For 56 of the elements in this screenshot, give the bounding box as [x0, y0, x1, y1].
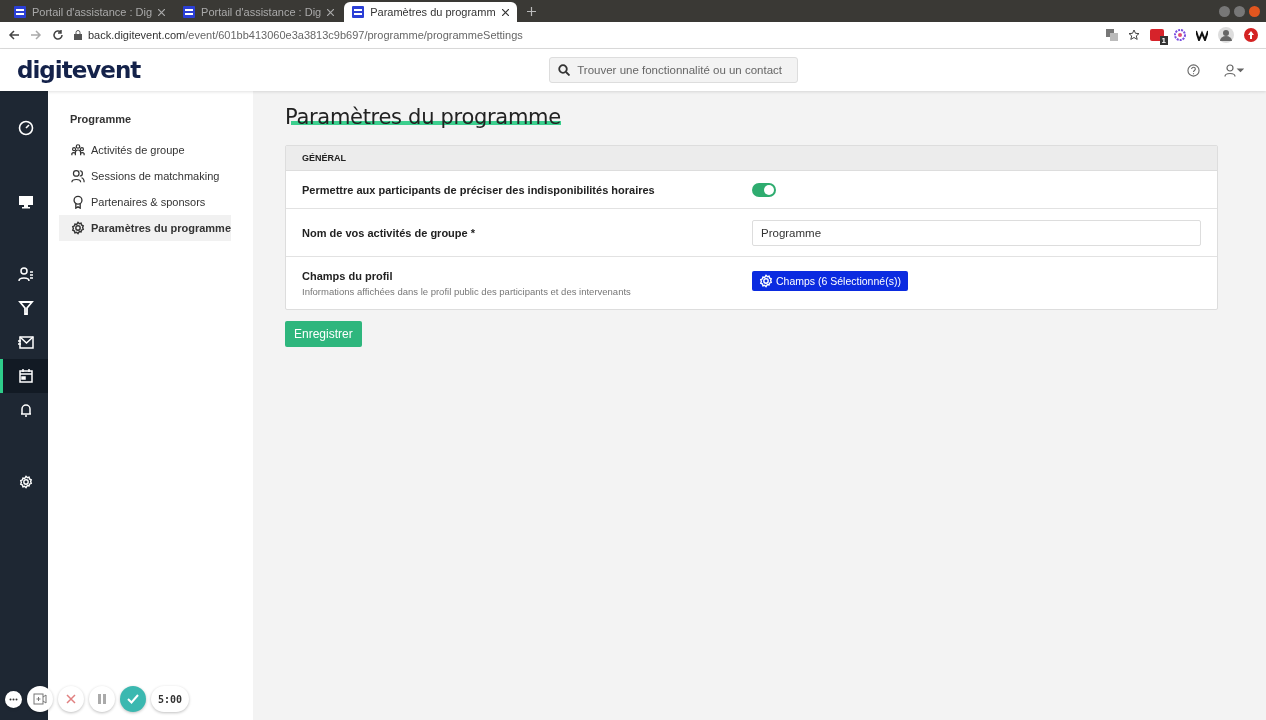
section-heading: GÉNÉRAL [302, 153, 346, 163]
input-field[interactable]: Programme [752, 219, 1201, 246]
translate-icon[interactable] [1106, 29, 1118, 41]
monitor-icon[interactable] [17, 194, 34, 210]
user-menu-icon[interactable] [1224, 63, 1244, 77]
browser-tab[interactable]: Portail d'assistance : Dig [6, 2, 174, 22]
site-icon [352, 6, 365, 18]
browser-tab[interactable]: Portail d'assistance : Dig [175, 2, 343, 22]
camera-icon [33, 693, 47, 705]
site-icon [183, 6, 196, 18]
back-icon[interactable] [8, 29, 20, 41]
toggle-switch[interactable] [752, 182, 776, 197]
sidebar-item[interactable]: Partenaires & sponsors [59, 189, 231, 215]
settings-icon [759, 274, 773, 288]
more-icon [9, 697, 18, 701]
maximize-icon[interactable] [1234, 5, 1245, 17]
two-people-icon [71, 169, 85, 183]
fields-button[interactable]: Champs (6 Sélectionné(s)) [752, 271, 908, 291]
address-field[interactable]: back.digitevent.com/event/601bb413060e3a3813c9b697/programme/programmeSettings [74, 29, 1096, 41]
new-tab-icon[interactable] [526, 6, 536, 16]
lock-icon [74, 30, 82, 40]
site-icon [14, 6, 26, 18]
mail-icon[interactable] [17, 334, 34, 350]
sidebar-item[interactable]: Paramètres du programme [59, 215, 231, 241]
gauge-icon[interactable] [17, 120, 34, 136]
filter-icon[interactable] [17, 300, 34, 316]
star-icon[interactable] [1128, 29, 1140, 41]
settings-icon [71, 221, 85, 235]
search-icon [558, 64, 571, 76]
setting-description: Informations affichées dans le profil public des participants et des intervenants [302, 285, 632, 297]
check-icon [127, 694, 139, 704]
calendar-icon[interactable] [17, 368, 34, 384]
sidebar-heading: Programme [70, 113, 133, 125]
close-icon[interactable] [158, 8, 166, 16]
setting-label: Nom de vos activités de groupe * [302, 226, 476, 239]
close-icon [66, 694, 76, 704]
setting-label: Champs du profil [302, 269, 394, 282]
minimize-icon[interactable] [1219, 5, 1230, 17]
close-icon[interactable] [501, 8, 509, 16]
pause-icon [97, 694, 107, 704]
award-icon [71, 195, 85, 209]
settings-icon[interactable] [18, 475, 33, 489]
extension-icon[interactable] [1196, 29, 1208, 41]
close-icon[interactable] [327, 8, 335, 16]
setting-label: Permettre aux participants de préciser des indisponibilités horaires [302, 183, 656, 196]
sidebar-item[interactable]: Activités de groupe [59, 137, 231, 163]
group-icon [71, 143, 85, 157]
search-field[interactable]: Trouver une fonctionnalité ou un contact [549, 57, 799, 83]
browser-tab[interactable]: Paramètres du programm [344, 2, 517, 22]
sidebar-item[interactable]: Sessions de matchmaking [59, 163, 231, 189]
logo[interactable]: digitevent [17, 57, 141, 83]
help-icon[interactable] [1187, 63, 1200, 77]
nav-item[interactable] [0, 359, 48, 393]
person-list-icon[interactable] [17, 266, 34, 282]
avatar-icon[interactable] [1218, 27, 1234, 43]
reload-icon[interactable] [52, 29, 64, 41]
